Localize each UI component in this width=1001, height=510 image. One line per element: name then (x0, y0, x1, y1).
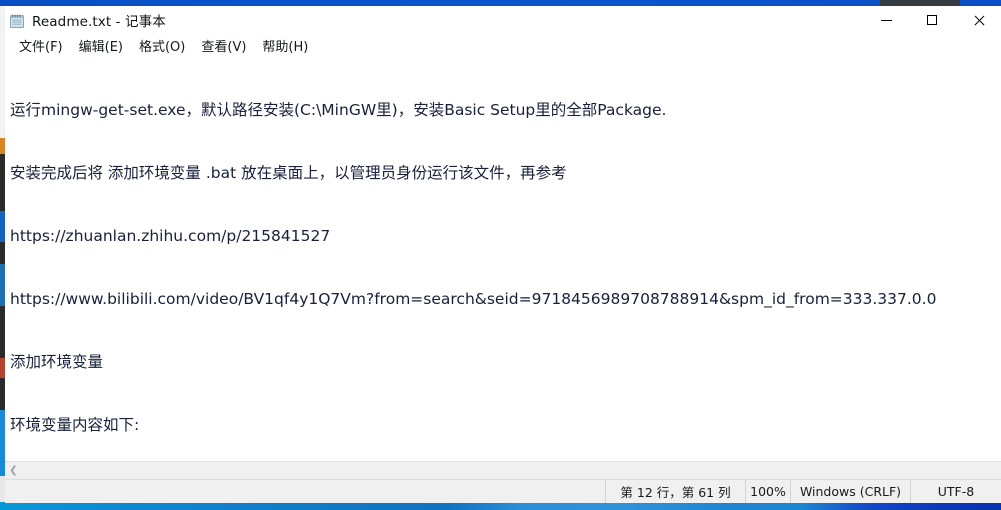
close-icon (973, 15, 984, 26)
text-line: 运行mingw-get-set.exe，默认路径安装(C:\MinGW里)，安装… (10, 101, 667, 119)
maximize-button[interactable] (909, 6, 955, 34)
menu-item-edit[interactable]: 编辑(E) (71, 34, 131, 57)
minimize-button[interactable] (863, 6, 909, 34)
text-line: 添加环境变量 (10, 353, 104, 371)
maximize-icon (927, 15, 937, 25)
text-line: https://www.bilibili.com/video/BV1qf4y1Q… (10, 290, 937, 308)
windows-taskbar[interactable] (0, 502, 1001, 510)
title-bar[interactable]: Readme.txt - 记事本 (5, 6, 1001, 34)
window-controls (863, 6, 1001, 34)
status-line-ending: Windows (CRLF) (790, 480, 910, 503)
text-line: 环境变量内容如下: (10, 416, 140, 434)
menu-item-file[interactable]: 文件(F) (11, 34, 71, 57)
text-line: 安装完成后将 添加环境变量 .bat 放在桌面上，以管理员身份运行该文件，再参考 (10, 164, 567, 182)
status-cursor-position: 第 12 行，第 61 列 (605, 480, 745, 503)
close-button[interactable] (955, 6, 1001, 34)
window-title: Readme.txt - 记事本 (32, 14, 166, 30)
menu-bar: 文件(F) 编辑(E) 格式(O) 查看(V) 帮助(H) (5, 34, 1001, 56)
menu-item-view[interactable]: 查看(V) (193, 34, 254, 57)
status-encoding: UTF-8 (910, 480, 1001, 503)
status-zoom-level[interactable]: 100% (745, 480, 790, 503)
menu-item-format[interactable]: 格式(O) (131, 34, 193, 57)
status-bar: 第 12 行，第 61 列 100% Windows (CRLF) UTF-8 (5, 479, 1001, 503)
menu-item-help[interactable]: 帮助(H) (254, 34, 316, 57)
text-line: https://zhuanlan.zhihu.com/p/215841527 (10, 227, 331, 245)
minimize-icon (880, 19, 892, 21)
text-content[interactable]: 运行mingw-get-set.exe，默认路径安装(C:\MinGW里)，安装… (10, 58, 1001, 461)
notepad-icon (9, 13, 25, 29)
notepad-window: Readme.txt - 记事本 文件(F) 编辑(E) 格式(O) 查看(V)… (5, 6, 1001, 503)
horizontal-scrollbar[interactable]: ❮ (5, 461, 1001, 479)
scroll-left-icon[interactable]: ❮ (5, 462, 22, 479)
text-editor-area[interactable]: 运行mingw-get-set.exe，默认路径安装(C:\MinGW里)，安装… (5, 56, 1001, 461)
